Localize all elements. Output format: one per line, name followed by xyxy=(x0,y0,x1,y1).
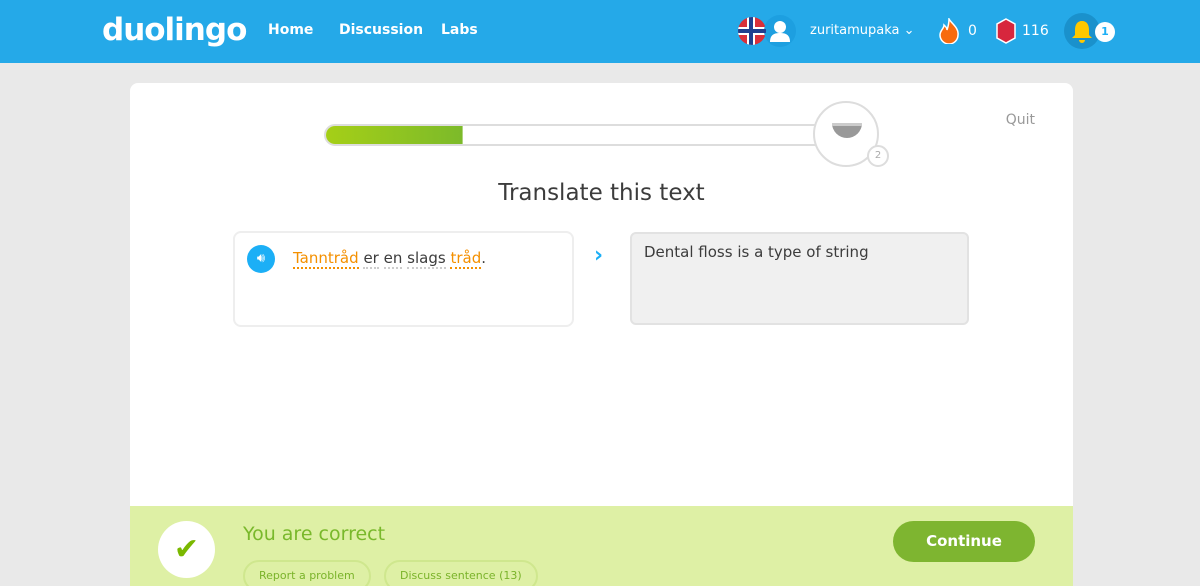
speaker-icon[interactable]: 🔊︎ xyxy=(247,245,275,273)
nav-labs[interactable]: Labs xyxy=(441,22,478,38)
progress-fill xyxy=(326,126,463,144)
username: zuritamupaka xyxy=(810,23,900,38)
answer-textarea[interactable]: Dental floss is a type of string xyxy=(630,232,969,325)
chevron-right-icon: › xyxy=(594,243,604,268)
sentence-word[interactable]: Tanntråd xyxy=(293,249,359,269)
top-nav-bar: duolingo Home Discussion Labs zuritamupa… xyxy=(0,0,1200,63)
gem-count: 116 xyxy=(1022,23,1049,39)
lesson-card: Quit 2 Translate this text 🔊︎ Tanntråd e… xyxy=(130,83,1073,586)
sentence-word[interactable]: tråd xyxy=(450,249,482,269)
chevron-down-icon: ⌄ xyxy=(903,23,915,38)
sentence-word[interactable]: er xyxy=(363,249,379,269)
sentence-word[interactable]: slags xyxy=(407,249,446,269)
report-problem-button[interactable]: Report a problem xyxy=(243,560,371,586)
source-sentence: Tanntråd er en slags tråd. xyxy=(293,249,486,269)
page-title: Translate this text xyxy=(498,180,705,206)
sentence-punctuation: . xyxy=(481,249,486,267)
gem-icon xyxy=(996,18,1016,44)
duolingo-logo[interactable]: duolingo xyxy=(102,12,247,48)
flame-icon xyxy=(939,18,959,44)
quit-button[interactable]: Quit xyxy=(1006,112,1035,128)
source-sentence-box: 🔊︎ Tanntråd er en slags tråd. xyxy=(233,231,574,327)
norway-flag-icon[interactable] xyxy=(738,17,766,45)
notification-badge: 1 xyxy=(1095,22,1115,42)
nav-discussion[interactable]: Discussion xyxy=(339,22,423,38)
checkpoint-number: 2 xyxy=(867,145,889,167)
correct-message: You are correct xyxy=(243,523,386,545)
result-footer: ✔ You are correct Report a problem Discu… xyxy=(130,506,1073,586)
progress-bar xyxy=(324,124,834,146)
discuss-sentence-button[interactable]: Discuss sentence (13) xyxy=(384,560,538,586)
sentence-word[interactable]: en xyxy=(383,249,403,269)
username-menu[interactable]: zuritamupaka ⌄ xyxy=(810,23,915,38)
nav-home[interactable]: Home xyxy=(268,22,313,38)
checkmark-icon: ✔ xyxy=(158,521,215,578)
checkpoint-trophy-icon: 2 xyxy=(813,101,889,167)
streak-count: 0 xyxy=(968,23,977,39)
continue-button[interactable]: Continue xyxy=(893,521,1035,562)
bell-icon xyxy=(1072,21,1092,43)
avatar[interactable] xyxy=(764,15,796,47)
